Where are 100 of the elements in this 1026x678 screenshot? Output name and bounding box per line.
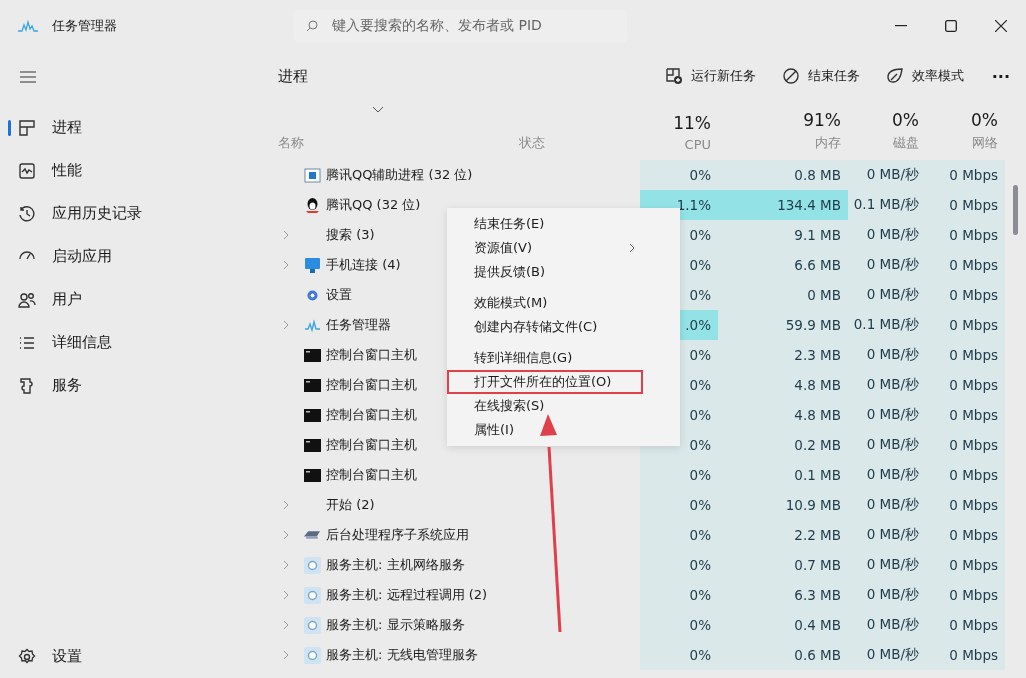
menu-item[interactable]: 打开文件所在的位置(O) [447,370,643,394]
sidebar-item[interactable]: 详细信息 [0,321,270,364]
disk-cell: 0 MB/秒 [848,400,926,430]
memory-cell: 2.3 MB [718,340,848,370]
menu-item[interactable]: 在线搜索(S) [447,394,643,418]
disk-cell: 0 MB/秒 [848,280,926,310]
expand-chevron-icon[interactable] [282,650,290,660]
sidebar-item[interactable]: 应用历史记录 [0,192,270,235]
process-name: 任务管理器 [326,316,391,334]
memory-cell: 6.3 MB [718,580,848,610]
disk-cell: 0.1 MB/秒 [848,310,926,340]
process-name: 服务主机: 无线电管理服务 [326,646,478,664]
printer-icon [304,531,321,539]
sidebar-item[interactable]: 进程 [0,106,270,149]
disk-cell: 0 MB/秒 [848,520,926,550]
memory-cell: 0.1 MB [718,460,848,490]
cpu-cell: 0% [640,460,718,490]
disk-cell: 0 MB/秒 [848,610,926,640]
expand-chevron-icon[interactable] [282,500,290,510]
network-cell: 0 Mbps [926,610,1005,640]
leaf-icon [885,67,904,85]
minimize-icon [895,25,907,27]
service-icon [304,646,321,664]
network-cell: 0 Mbps [926,310,1005,340]
scrollbar[interactable] [1013,185,1018,235]
expand-chevron-icon[interactable] [282,560,290,570]
menu-item[interactable]: 提供反馈(B) [447,260,643,284]
process-name: 腾讯QQ (32 位) [326,196,421,214]
puzzle-icon [18,376,36,395]
process-name: 服务主机: 主机网络服务 [326,556,465,574]
cpu-cell: 0% [640,490,718,520]
cpu-cell: 0% [640,610,718,640]
expand-chevron-icon[interactable] [282,590,290,600]
new-task-icon [664,67,683,85]
sidebar-item[interactable]: 服务 [0,364,270,407]
network-cell: 0 Mbps [926,520,1005,550]
more-button[interactable]: ··· [983,62,1018,90]
sort-caret-icon [372,106,384,114]
network-cell: 0 Mbps [926,580,1005,610]
memory-cell: 0.6 MB [718,640,848,670]
network-cell: 0 Mbps [926,190,1005,220]
expand-chevron-icon[interactable] [282,230,290,240]
menu-item[interactable]: 转到详细信息(G) [447,346,643,370]
sidebar-item[interactable]: 性能 [0,149,270,192]
network-cell: 0 Mbps [926,250,1005,280]
disk-cell: 0 MB/秒 [848,580,926,610]
history-icon [18,204,36,223]
console-icon [304,406,321,424]
process-name: 服务主机: 远程过程调用 (2) [326,586,488,604]
menu-icon [20,71,36,83]
settings-icon [18,647,36,666]
disk-cell: 0 MB/秒 [848,490,926,520]
process-name: 开始 (2) [326,496,375,514]
console-icon [304,346,321,364]
toolbar-button[interactable]: 效率模式 [879,63,970,89]
menu-item[interactable]: 创建内存转储文件(C) [447,315,643,339]
network-cell: 0 Mbps [926,400,1005,430]
network-cell: 0 Mbps [926,460,1005,490]
performance-icon [18,161,36,180]
expand-chevron-icon[interactable] [282,320,290,330]
memory-cell: 10.9 MB [718,490,848,520]
service-icon [304,616,321,634]
submenu-chevron-icon [629,243,635,253]
menu-item[interactable]: 结束任务(E) [447,212,643,236]
network-cell: 0 Mbps [926,280,1005,310]
column-total: 0% [971,110,998,130]
menu-item[interactable]: 效能模式(M) [447,291,643,315]
memory-cell: 4.8 MB [718,400,848,430]
search-icon [306,20,318,32]
disk-cell: 0 MB/秒 [848,430,926,460]
memory-cell: 6.6 MB [718,250,848,280]
page-title: 进程 [278,66,308,86]
network-cell: 0 Mbps [926,640,1005,670]
expand-chevron-icon[interactable] [282,260,290,270]
expand-chevron-icon[interactable] [282,530,290,540]
sidebar-item[interactable]: 启动应用 [0,235,270,278]
disk-cell: 0 MB/秒 [848,160,926,190]
maximize-icon [945,20,957,32]
menu-item[interactable]: 属性(I) [447,418,643,442]
settings-item[interactable]: 设置 [0,635,270,678]
disk-cell: 0 MB/秒 [848,250,926,280]
menu-item[interactable]: 资源值(V) [447,236,643,260]
memory-cell: 0.2 MB [718,430,848,460]
disk-cell: 0 MB/秒 [848,460,926,490]
sidebar-item[interactable]: 用户 [0,278,270,321]
process-name: 控制台窗口主机 [326,376,417,394]
process-name: 腾讯QQ辅助进程 (32 位) [326,166,473,184]
network-cell: 0 Mbps [926,340,1005,370]
expand-chevron-icon[interactable] [282,620,290,630]
disk-cell: 0 MB/秒 [848,550,926,580]
memory-cell: 134.4 MB [718,190,848,220]
memory-cell: 0 MB [718,280,848,310]
network-cell: 0 Mbps [926,550,1005,580]
column-total: 11% [673,113,711,133]
network-cell: 0 Mbps [926,220,1005,250]
toolbar-button[interactable]: 运行新任务 [658,63,762,89]
penguin-icon [304,196,321,214]
toolbar-button[interactable]: 结束任务 [775,63,866,89]
network-cell: 0 Mbps [926,160,1005,190]
prohibited-icon [781,67,800,85]
